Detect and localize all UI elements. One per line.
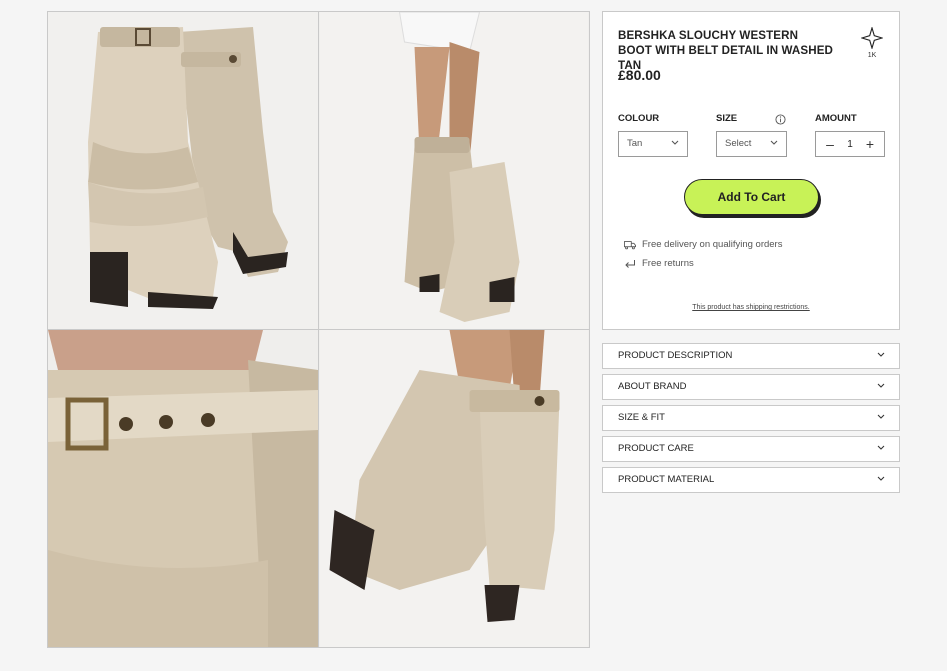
chevron-down-icon bbox=[877, 414, 885, 419]
free-delivery-text: Free delivery on qualifying orders bbox=[642, 239, 783, 250]
return-arrow-icon bbox=[625, 259, 635, 268]
quantity-stepper: – 1 + bbox=[815, 131, 885, 157]
chevron-down-icon bbox=[671, 140, 679, 145]
quantity-value[interactable]: 1 bbox=[847, 139, 853, 150]
increase-quantity-button[interactable]: + bbox=[864, 136, 876, 152]
product-price: £80.00 bbox=[618, 67, 661, 83]
accordion-label: PRODUCT DESCRIPTION bbox=[618, 350, 733, 361]
model-back-view-image bbox=[319, 330, 589, 647]
gallery-image-2[interactable] bbox=[319, 12, 589, 330]
colour-select-value: Tan bbox=[627, 138, 643, 149]
accordion-size-fit[interactable]: SIZE & FIT bbox=[602, 405, 900, 431]
product-info-panel: BERSHKA SLOUCHY WESTERN BOOT WITH BELT D… bbox=[602, 11, 900, 330]
free-delivery-perk: Free delivery on qualifying orders bbox=[624, 239, 782, 250]
colour-select[interactable]: Tan bbox=[618, 131, 688, 157]
model-side-view-image bbox=[319, 12, 589, 329]
free-returns-perk: Free returns bbox=[624, 258, 694, 269]
accordion-label: PRODUCT CARE bbox=[618, 443, 694, 454]
size-select-value: Select bbox=[725, 138, 752, 149]
gallery-image-4[interactable] bbox=[319, 330, 589, 647]
save-count: 1K bbox=[867, 52, 877, 59]
colour-label: COLOUR bbox=[618, 113, 660, 124]
accordion-product-material[interactable]: PRODUCT MATERIAL bbox=[602, 467, 900, 493]
accordion-product-care[interactable]: PRODUCT CARE bbox=[602, 436, 900, 462]
chevron-down-icon bbox=[877, 476, 885, 481]
accordion-about-brand[interactable]: ABOUT BRAND bbox=[602, 374, 900, 400]
shipping-restrictions-link[interactable]: This product has shipping restrictions. bbox=[603, 304, 899, 311]
belt-closeup-image bbox=[48, 330, 318, 647]
save-button[interactable]: 1K bbox=[859, 25, 885, 59]
sparkle-icon bbox=[859, 25, 885, 51]
chevron-down-icon bbox=[877, 383, 885, 388]
accordion-label: PRODUCT MATERIAL bbox=[618, 474, 715, 485]
chevron-down-icon bbox=[877, 352, 885, 357]
free-returns-text: Free returns bbox=[642, 258, 694, 269]
decrease-quantity-button[interactable]: – bbox=[824, 136, 836, 152]
product-gallery bbox=[47, 11, 590, 648]
gallery-image-3[interactable] bbox=[48, 330, 319, 647]
size-label: SIZE bbox=[716, 113, 738, 124]
amount-label: AMOUNT bbox=[815, 113, 857, 124]
chevron-down-icon bbox=[770, 140, 778, 145]
accordion-label: SIZE & FIT bbox=[618, 412, 665, 423]
size-select[interactable]: Select bbox=[716, 131, 787, 157]
add-to-cart-button[interactable]: Add To Cart bbox=[684, 179, 819, 215]
info-icon bbox=[775, 114, 786, 125]
size-info-icon[interactable] bbox=[775, 112, 786, 130]
accordion-product-description[interactable]: PRODUCT DESCRIPTION bbox=[602, 343, 900, 369]
boot-pair-front-image bbox=[48, 12, 318, 329]
accordion-label: ABOUT BRAND bbox=[618, 381, 687, 392]
chevron-down-icon bbox=[877, 445, 885, 450]
gallery-image-1[interactable] bbox=[48, 12, 319, 330]
truck-icon bbox=[624, 240, 636, 249]
